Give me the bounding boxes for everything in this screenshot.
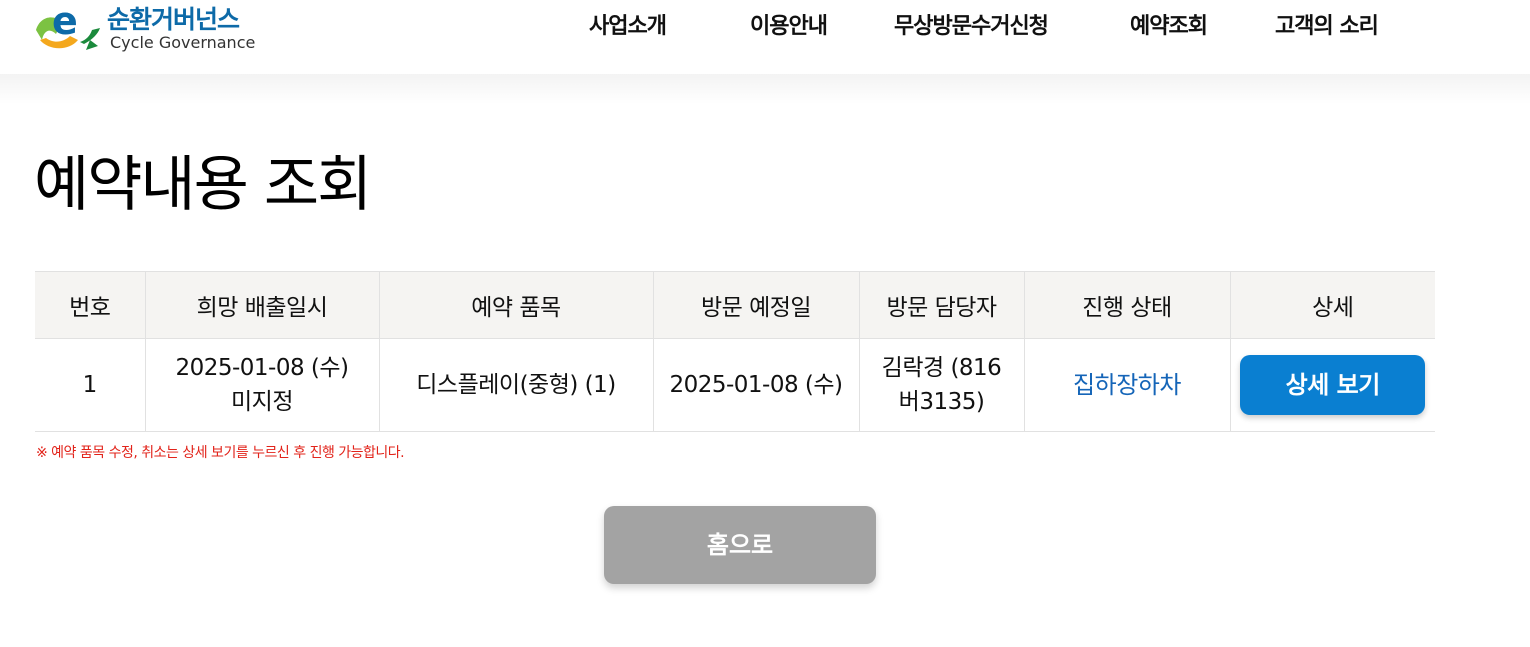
column-header-number: 번호: [35, 271, 145, 339]
column-header-manager: 방문 담당자: [858, 271, 1024, 339]
detail-view-button[interactable]: 상세 보기: [1240, 355, 1426, 415]
manager-line-1: 김락경 (816: [881, 355, 1002, 381]
site-logo[interactable]: e 순환거버넌스 Cycle Governance: [34, 0, 274, 56]
cell-status: 집하장하차: [1023, 338, 1230, 432]
cell-manager: 김락경 (816 버3135): [858, 338, 1024, 432]
status-text: 집하장하차: [1073, 370, 1181, 399]
logo-e-icon: e: [36, 0, 100, 50]
home-button[interactable]: 홈으로: [604, 506, 876, 584]
manager-line-2: 버3135): [898, 389, 985, 415]
cell-detail: 상세 보기: [1229, 338, 1435, 432]
logo-title-ko: 순환거버넌스: [107, 5, 240, 34]
column-header-visit-date: 방문 예정일: [652, 271, 859, 339]
nav-item-reservation-lookup[interactable]: 예약조회: [1130, 8, 1208, 39]
cell-number: 1: [35, 338, 145, 432]
desired-time-text: 미지정: [231, 389, 293, 415]
cell-visit-date: 2025-01-08 (수): [652, 338, 859, 432]
page-title: 예약내용 조회: [34, 150, 372, 220]
reservation-table: 번호 희망 배출일시 예약 품목 방문 예정일 방문 담당자 진행 상태 상세 …: [35, 271, 1435, 432]
edit-cancel-notice: ※ 예약 품목 수정, 취소는 상세 보기를 누르신 후 진행 가능합니다.: [36, 445, 405, 461]
table-row: 1 2025-01-08 (수) 미지정 디스플레이(중형) (1) 2025-…: [35, 338, 1435, 432]
desired-date-text: 2025-01-08 (수): [175, 355, 349, 381]
cell-desired-date: 2025-01-08 (수) 미지정: [144, 338, 379, 432]
cell-item: 디스플레이(중형) (1): [378, 338, 653, 432]
nav-item-usage-guide[interactable]: 이용안내: [750, 8, 828, 39]
nav-item-free-pickup-request[interactable]: 무상방문수거신청: [894, 8, 1049, 39]
column-header-item: 예약 품목: [378, 271, 653, 339]
column-header-desired-date: 희망 배출일시: [144, 271, 379, 339]
logo-title-en: Cycle Governance: [110, 33, 256, 52]
table-header-row: 번호 희망 배출일시 예약 품목 방문 예정일 방문 담당자 진행 상태 상세: [35, 271, 1435, 339]
svg-text:e: e: [52, 0, 78, 43]
site-header: e 순환거버넌스 Cycle Governance 사업소개 이용안내 무상방문…: [0, 0, 1530, 74]
nav-item-business-intro[interactable]: 사업소개: [589, 8, 667, 39]
header-shadow: [0, 74, 1530, 104]
column-header-detail: 상세: [1229, 271, 1435, 339]
nav-item-customer-voice[interactable]: 고객의 소리: [1275, 8, 1379, 39]
column-header-status: 진행 상태: [1023, 271, 1230, 339]
